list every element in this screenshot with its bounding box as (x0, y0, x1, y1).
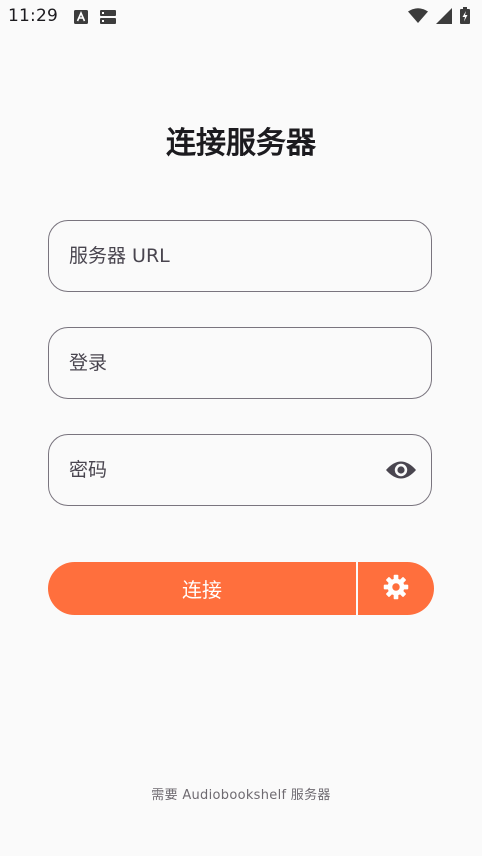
login-input[interactable] (49, 328, 431, 398)
wifi-icon (408, 7, 428, 28)
battery-charging-icon (460, 7, 470, 28)
status-notification-icons (74, 9, 116, 28)
status-time: 11:29 (8, 6, 58, 26)
settings-button[interactable] (358, 562, 434, 615)
password-input[interactable] (49, 435, 431, 505)
login-field[interactable] (48, 327, 432, 399)
storage-icon (100, 9, 116, 28)
server-url-field[interactable] (48, 220, 432, 292)
cellular-signal-icon (436, 7, 452, 28)
gear-icon (382, 573, 410, 604)
status-system-icons (408, 7, 470, 28)
page-title: 连接服务器 (166, 126, 316, 161)
server-url-input[interactable] (49, 221, 431, 291)
eye-icon[interactable] (385, 457, 417, 483)
status-bar: 11:29 (0, 0, 482, 34)
connect-button[interactable]: 连接 (48, 562, 356, 615)
connect-button-group: 连接 (48, 562, 434, 615)
password-field[interactable] (48, 434, 432, 506)
footer-note: 需要 Audiobookshelf 服务器 (151, 788, 331, 803)
font-a-icon (74, 9, 88, 28)
